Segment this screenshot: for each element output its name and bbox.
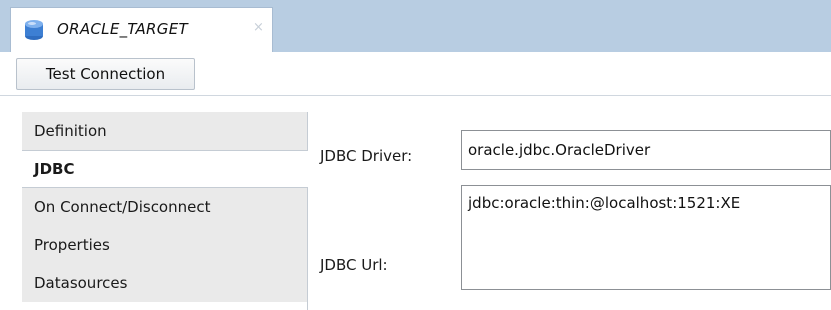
nav-item-label: Definition: [34, 122, 107, 140]
nav-item-datasources[interactable]: Datasources: [22, 264, 307, 302]
connection-settings-nav: Definition JDBC On Connect/Disconnect Pr…: [22, 112, 308, 310]
close-icon[interactable]: ×: [253, 20, 264, 35]
tab-oracle-target[interactable]: ORACLE_TARGET ×: [10, 7, 273, 52]
jdbc-url-label: JDBC Url:: [320, 256, 388, 274]
nav-item-label: On Connect/Disconnect: [34, 198, 211, 216]
nav-item-jdbc[interactable]: JDBC: [22, 150, 308, 188]
jdbc-url-textarea[interactable]: jdbc:oracle:thin:@localhost:1521:XE: [461, 185, 831, 290]
database-icon: [23, 19, 45, 41]
nav-item-on-connect-disconnect[interactable]: On Connect/Disconnect: [22, 188, 307, 226]
tab-title: ORACLE_TARGET: [57, 20, 188, 38]
jdbc-driver-input[interactable]: [461, 130, 831, 170]
jdbc-driver-label: JDBC Driver:: [320, 147, 413, 165]
editor-tab-strip: ORACLE_TARGET ×: [0, 0, 831, 52]
test-connection-button[interactable]: Test Connection: [16, 58, 195, 90]
nav-item-label: Properties: [34, 236, 110, 254]
nav-item-label: JDBC: [34, 160, 75, 178]
nav-item-label: Datasources: [34, 274, 128, 292]
nav-item-properties[interactable]: Properties: [22, 226, 307, 264]
nav-item-definition[interactable]: Definition: [22, 112, 307, 150]
